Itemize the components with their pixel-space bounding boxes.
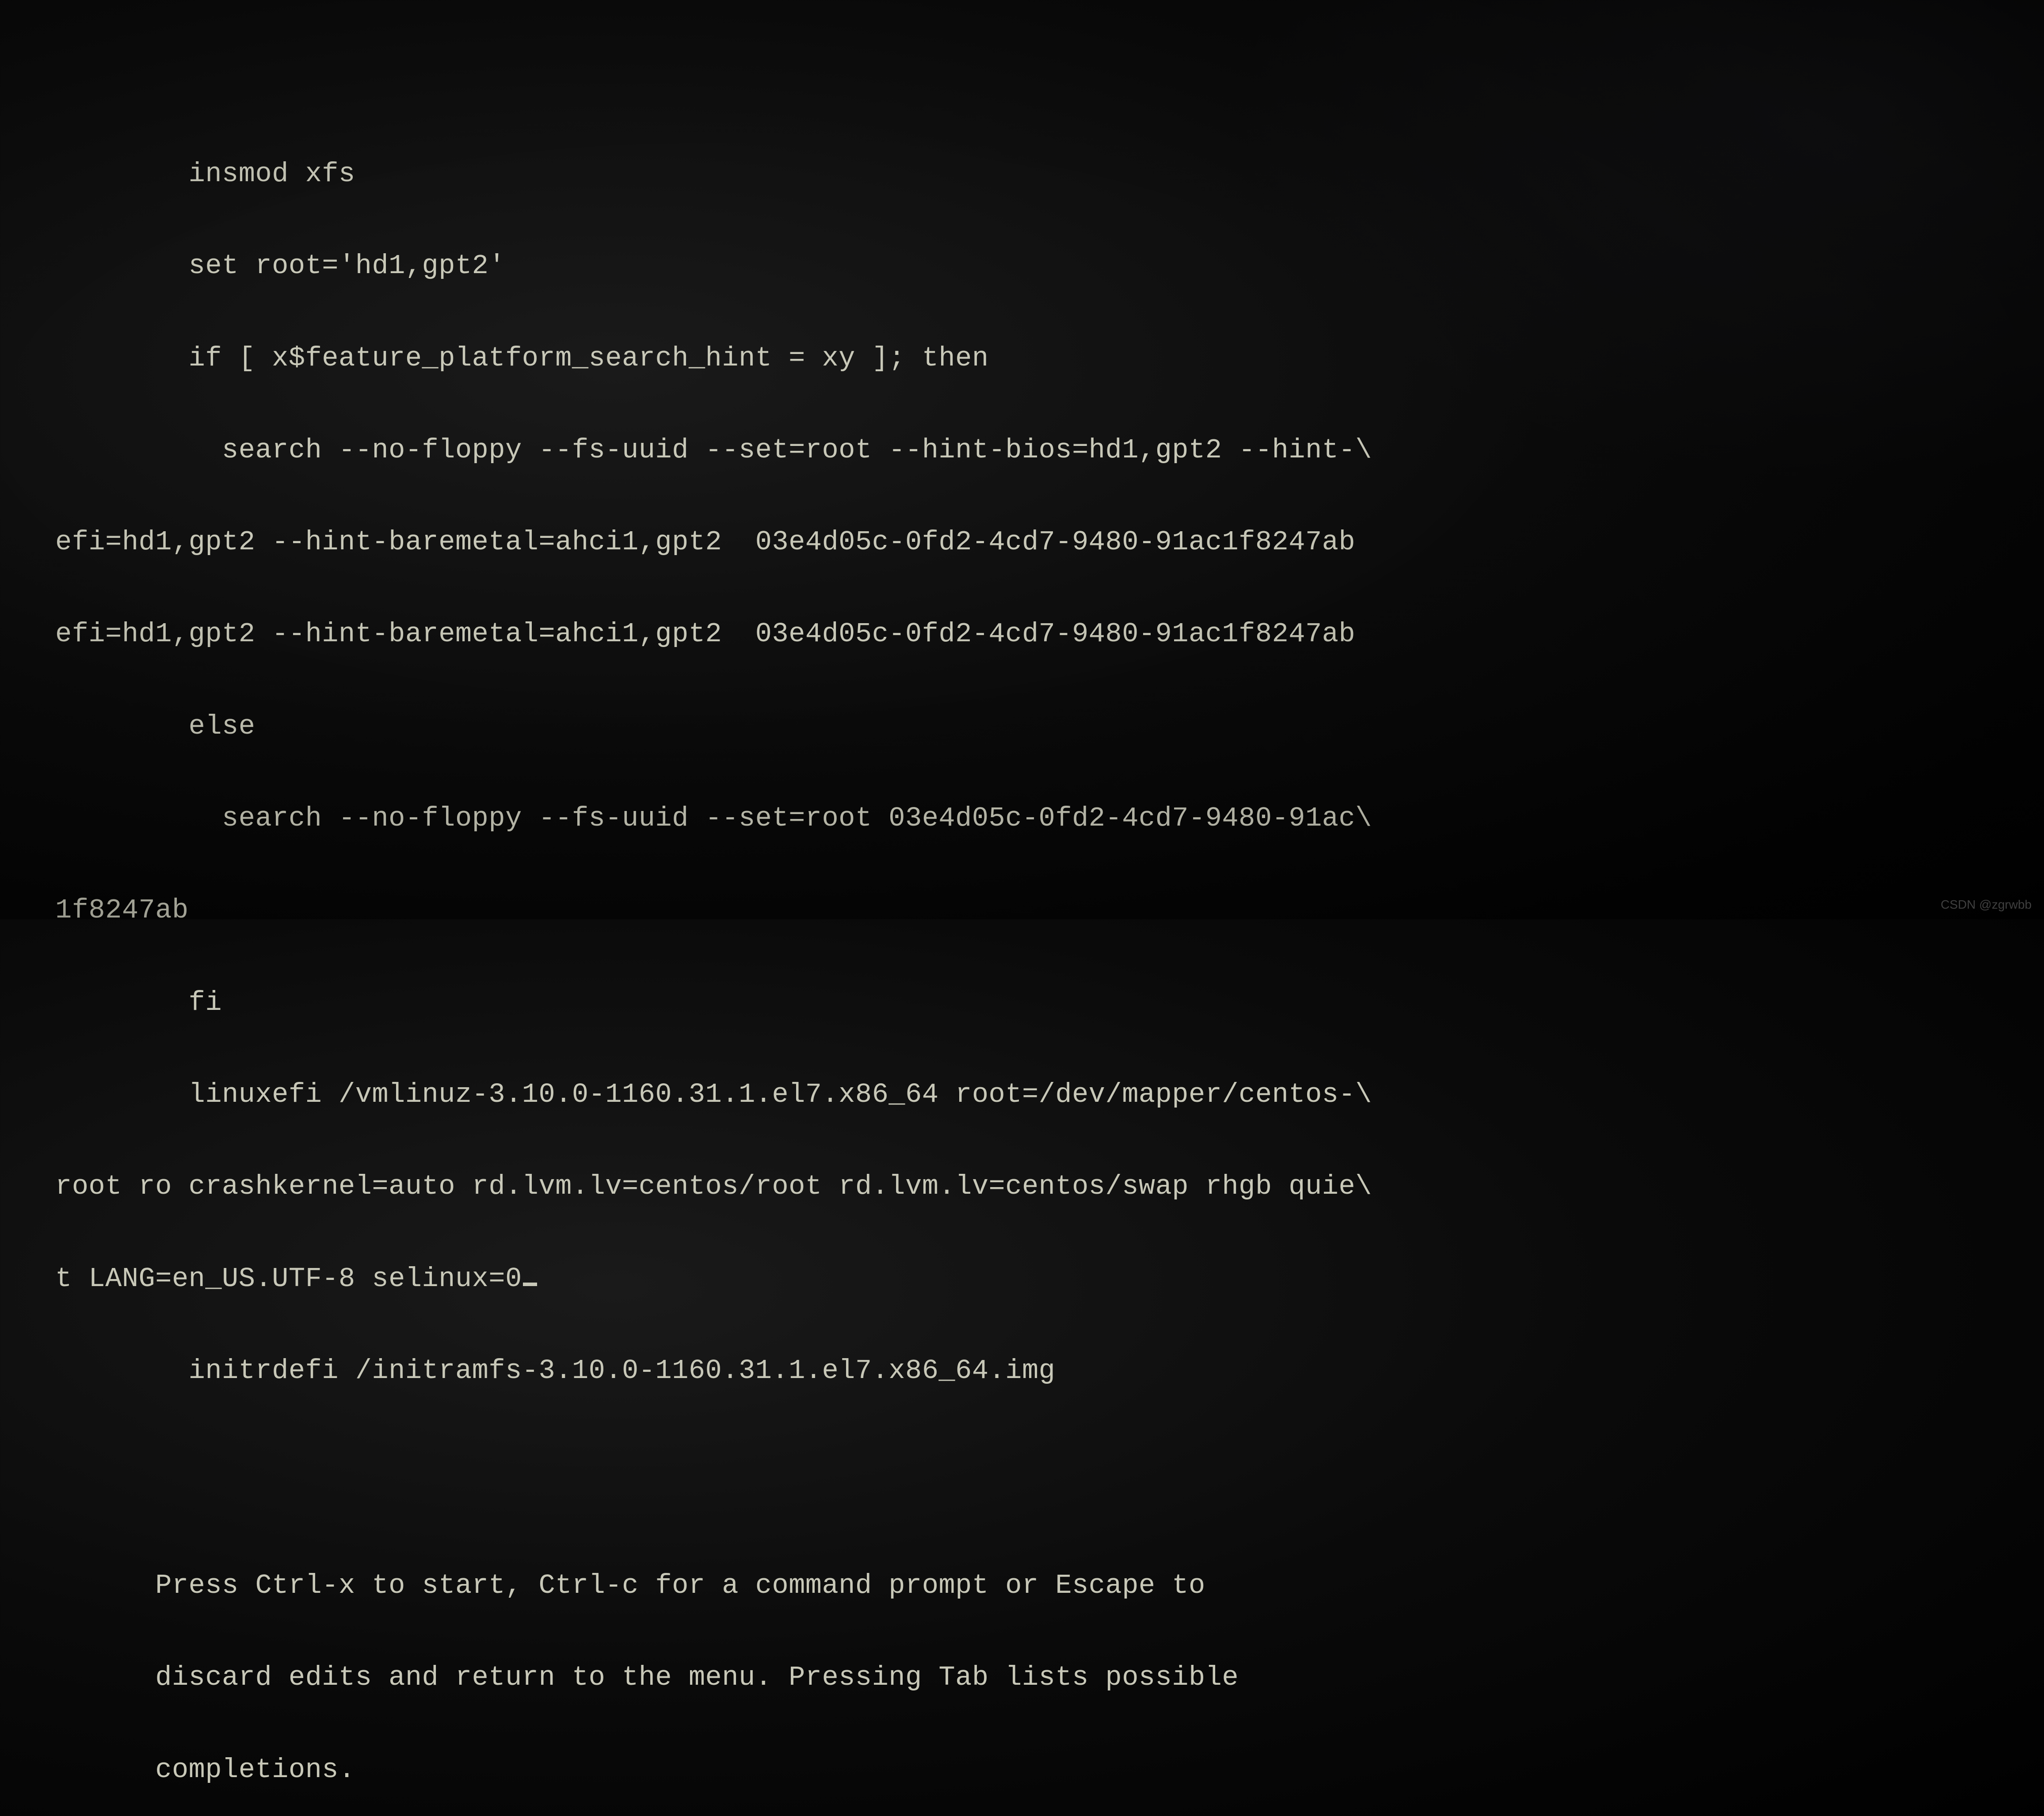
code-line[interactable]: linuxefi /vmlinuz-3.10.0-1160.31.1.el7.x… [55, 1079, 1991, 1110]
text-cursor [523, 1283, 537, 1286]
code-line[interactable]: root ro crashkernel=auto rd.lvm.lv=cento… [55, 1171, 1991, 1202]
code-line[interactable]: search --no-floppy --fs-uuid --set=root … [55, 803, 1991, 834]
code-line[interactable]: initrdefi /initramfs-3.10.0-1160.31.1.el… [55, 1355, 1991, 1386]
code-line[interactable]: else [55, 711, 1991, 742]
code-line-cursor[interactable]: t LANG=en_US.UTF-8 selinux=0 [55, 1264, 1991, 1294]
grub-editor-screen[interactable]: insmod xfs set root='hd1,gpt2' if [ x$fe… [0, 0, 2044, 1816]
watermark-text: CSDN @zgrwbb [1941, 898, 2032, 911]
code-line[interactable]: insmod xfs [55, 159, 1991, 189]
code-line[interactable]: set root='hd1,gpt2' [55, 251, 1991, 281]
code-line[interactable]: efi=hd1,gpt2 --hint-baremetal=ahci1,gpt2… [55, 619, 1991, 649]
code-line[interactable]: fi [55, 987, 1991, 1018]
hint-line: discard edits and return to the menu. Pr… [55, 1662, 1991, 1693]
code-text: t LANG=en_US.UTF-8 selinux=0 [55, 1263, 522, 1294]
code-line[interactable]: 1f8247ab [55, 895, 1991, 925]
code-line[interactable]: if [ x$feature_platform_search_hint = xy… [55, 343, 1991, 373]
hint-line: completions. [55, 1755, 1991, 1785]
code-line[interactable]: efi=hd1,gpt2 --hint-baremetal=ahci1,gpt2… [55, 527, 1991, 557]
code-line[interactable]: search --no-floppy --fs-uuid --set=root … [55, 435, 1991, 465]
hint-line: Press Ctrl-x to start, Ctrl-c for a comm… [55, 1570, 1991, 1601]
